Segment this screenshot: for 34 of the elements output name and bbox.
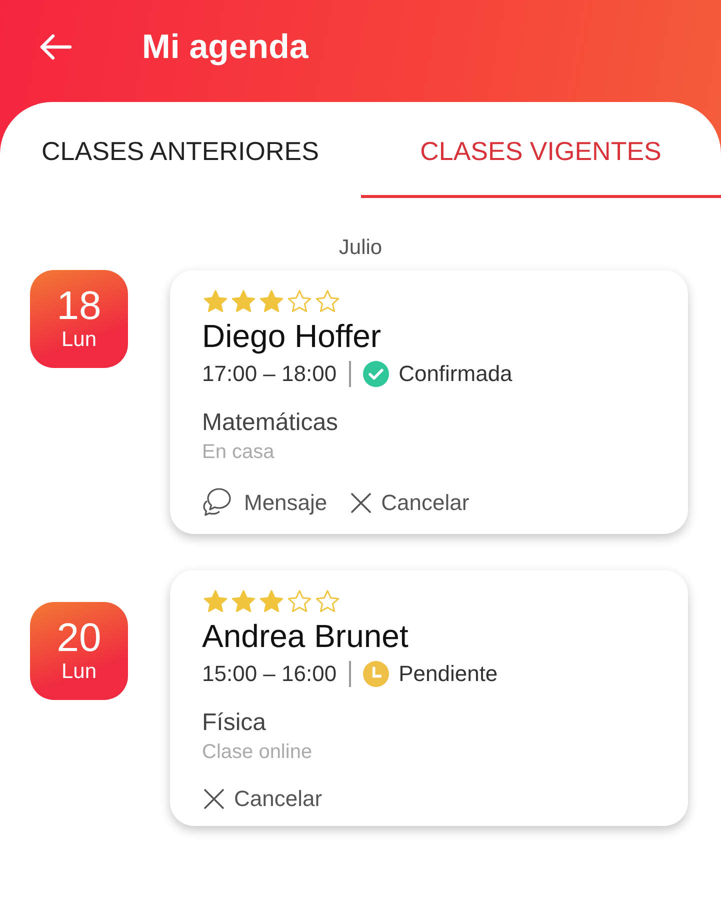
star-icon	[230, 588, 257, 615]
tab[interactable]: CLASES ANTERIORES	[0, 102, 360, 198]
day-number: 20	[56, 618, 102, 658]
star-icon	[286, 588, 313, 615]
weekday-label: Lun	[61, 328, 97, 352]
star-icon	[230, 288, 257, 315]
cancel-button[interactable]: Cancelar	[202, 786, 322, 812]
class-time: 15:00 – 16:00	[202, 661, 337, 687]
star-icon	[258, 288, 285, 315]
weekday-label: Lun	[61, 660, 97, 684]
class-time: 17:00 – 18:00	[202, 361, 337, 387]
close-icon	[202, 787, 226, 811]
star-icon	[314, 588, 341, 615]
screen-title: Mi agenda	[142, 28, 308, 66]
status-label: Pendiente	[398, 661, 498, 687]
month-label: Julio	[338, 236, 384, 260]
status-label: Confirmada	[398, 361, 512, 387]
star-icon	[202, 588, 229, 615]
teacher-name: Andrea Brunet	[202, 618, 410, 655]
star-icon	[258, 588, 285, 615]
teacher-name: Diego Hoffer	[202, 318, 382, 355]
cancel-button[interactable]: Cancelar	[349, 486, 470, 520]
star-icon	[202, 288, 229, 315]
star-icon	[314, 288, 341, 315]
message-button[interactable]: Mensaje	[202, 486, 328, 520]
day-number: 18	[56, 286, 102, 326]
close-icon	[349, 491, 374, 515]
subject-name: Física	[202, 709, 268, 737]
class-location: Clase online	[202, 741, 314, 764]
class-location: En casa	[202, 441, 276, 464]
tab[interactable]: CLASES VIGENTES	[360, 102, 721, 198]
back-icon[interactable]	[38, 33, 72, 61]
star-icon	[286, 288, 313, 315]
subject-name: Matemáticas	[202, 409, 340, 437]
